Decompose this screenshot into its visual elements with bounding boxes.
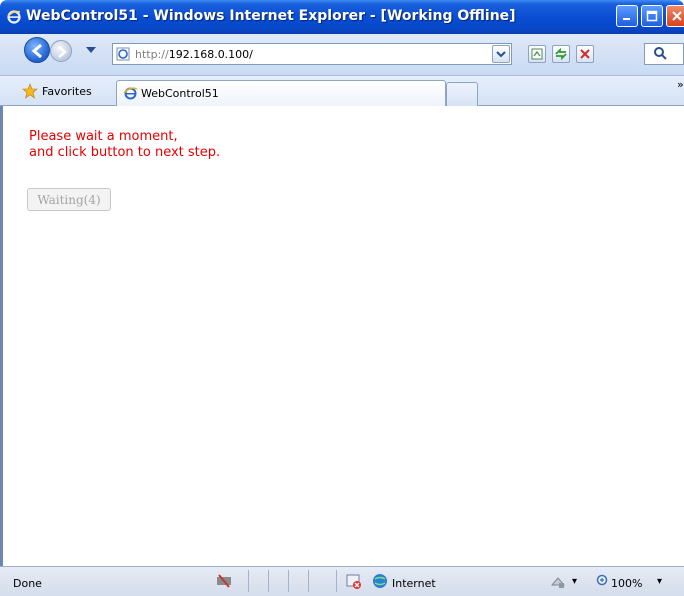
ie-logo-icon [7,10,21,24]
protected-mode-icon[interactable] [549,574,569,590]
zoom-dropdown-icon[interactable]: ▾ [657,576,662,587]
address-dropdown-button[interactable] [492,45,510,63]
close-icon [672,11,682,21]
favorites-button[interactable]: Favorites [22,82,92,100]
zoom-level[interactable]: 100% [611,577,642,590]
chevron-down-icon [496,51,506,58]
back-button[interactable] [24,37,50,63]
more-toolbar-icon[interactable]: » [677,78,684,91]
refresh-icon [555,48,567,60]
zone-dropdown-icon[interactable]: ▾ [572,576,577,587]
star-icon [22,83,38,99]
zoom-icon[interactable] [596,574,610,588]
window-title: WebControl51 - Windows Internet Explorer… [26,8,516,24]
status-separator [308,570,309,592]
page-icon [116,47,130,61]
search-box[interactable] [644,43,684,65]
search-icon [654,47,667,60]
page-content [0,106,684,566]
recent-pages-dropdown-icon[interactable] [86,47,96,53]
status-separator [248,570,249,592]
offline-icon [217,574,231,588]
refresh-button[interactable] [552,45,570,63]
waiting-button[interactable]: Waiting(4) [27,188,111,211]
minimize-button[interactable] [616,5,638,27]
security-zone-label: Internet [392,577,436,590]
status-text: Done [13,577,42,590]
globe-icon [373,574,387,588]
favorites-label: Favorites [42,84,92,98]
status-separator [288,570,289,592]
compatibility-view-icon [531,48,543,60]
address-url[interactable]: http://192.168.0.100/ [135,48,253,61]
new-tab-button[interactable] [446,82,478,106]
wait-message-line2: and click button to next step. [29,145,221,160]
compatibility-view-button[interactable] [528,45,546,63]
back-arrow-icon [31,43,42,59]
stop-icon [580,49,590,59]
ie-page-icon [123,87,138,100]
popup-blocked-icon[interactable] [346,573,362,589]
status-bar [0,566,684,596]
forward-arrow-icon [58,46,67,58]
status-separator [336,570,337,592]
tab-label: WebControl51 [141,87,219,100]
close-button[interactable] [666,5,684,27]
wait-message-line1: Please wait a moment, [29,129,178,144]
status-separator [268,570,269,592]
title-bar: WebControl51 - Windows Internet Explorer… [0,0,684,34]
maximize-button[interactable] [641,5,663,27]
maximize-icon [646,10,658,22]
address-bar[interactable]: http://192.168.0.100/ [112,43,512,65]
tab-webcontrol51[interactable]: WebControl51 [116,80,446,106]
wait-message: Please wait a moment, and click button t… [29,129,220,161]
forward-button[interactable] [50,40,72,62]
minimize-icon [623,18,630,20]
stop-button[interactable] [576,45,594,63]
